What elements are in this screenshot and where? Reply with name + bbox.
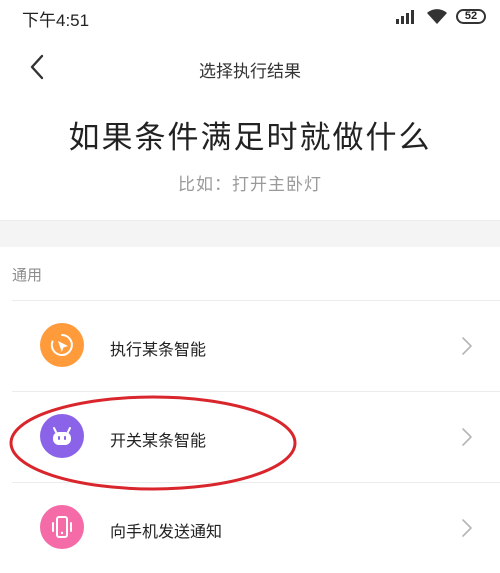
chevron-right-icon — [462, 519, 472, 537]
hand-pointer-icon — [40, 323, 84, 367]
chevron-right-icon — [462, 337, 472, 355]
list-item-run-smart[interactable]: 执行某条智能 — [12, 300, 500, 391]
list-item-send-notification[interactable]: 向手机发送通知 — [12, 482, 500, 573]
battery-indicator: 52 — [456, 8, 486, 24]
section-label: 通用 — [12, 266, 43, 284]
nav-bar: 选择执行结果 — [0, 42, 500, 92]
robot-icon — [40, 414, 84, 458]
page-title: 选择执行结果 — [199, 62, 301, 82]
list-item-label: 开关某条智能 — [110, 431, 207, 450]
list-item-label: 执行某条智能 — [110, 340, 207, 359]
list-item-label: 向手机发送通知 — [110, 522, 223, 541]
hero-title: 如果条件满足时就做什么 — [68, 120, 432, 156]
section-divider — [0, 220, 500, 247]
action-list: 执行某条智能 开关某条智能 向手机发送通知 — [0, 300, 500, 573]
status-icons: 52 — [396, 6, 486, 26]
signal-icon — [396, 10, 414, 24]
status-time: 下午4:51 — [22, 11, 90, 30]
phone-vibrate-icon — [40, 505, 84, 549]
hero-subtitle: 比如：打开主卧灯 — [178, 175, 322, 195]
wifi-icon — [427, 8, 447, 24]
status-bar: 下午4:51 52 — [0, 0, 500, 32]
list-item-toggle-smart[interactable]: 开关某条智能 — [12, 391, 500, 482]
chevron-right-icon — [462, 428, 472, 446]
